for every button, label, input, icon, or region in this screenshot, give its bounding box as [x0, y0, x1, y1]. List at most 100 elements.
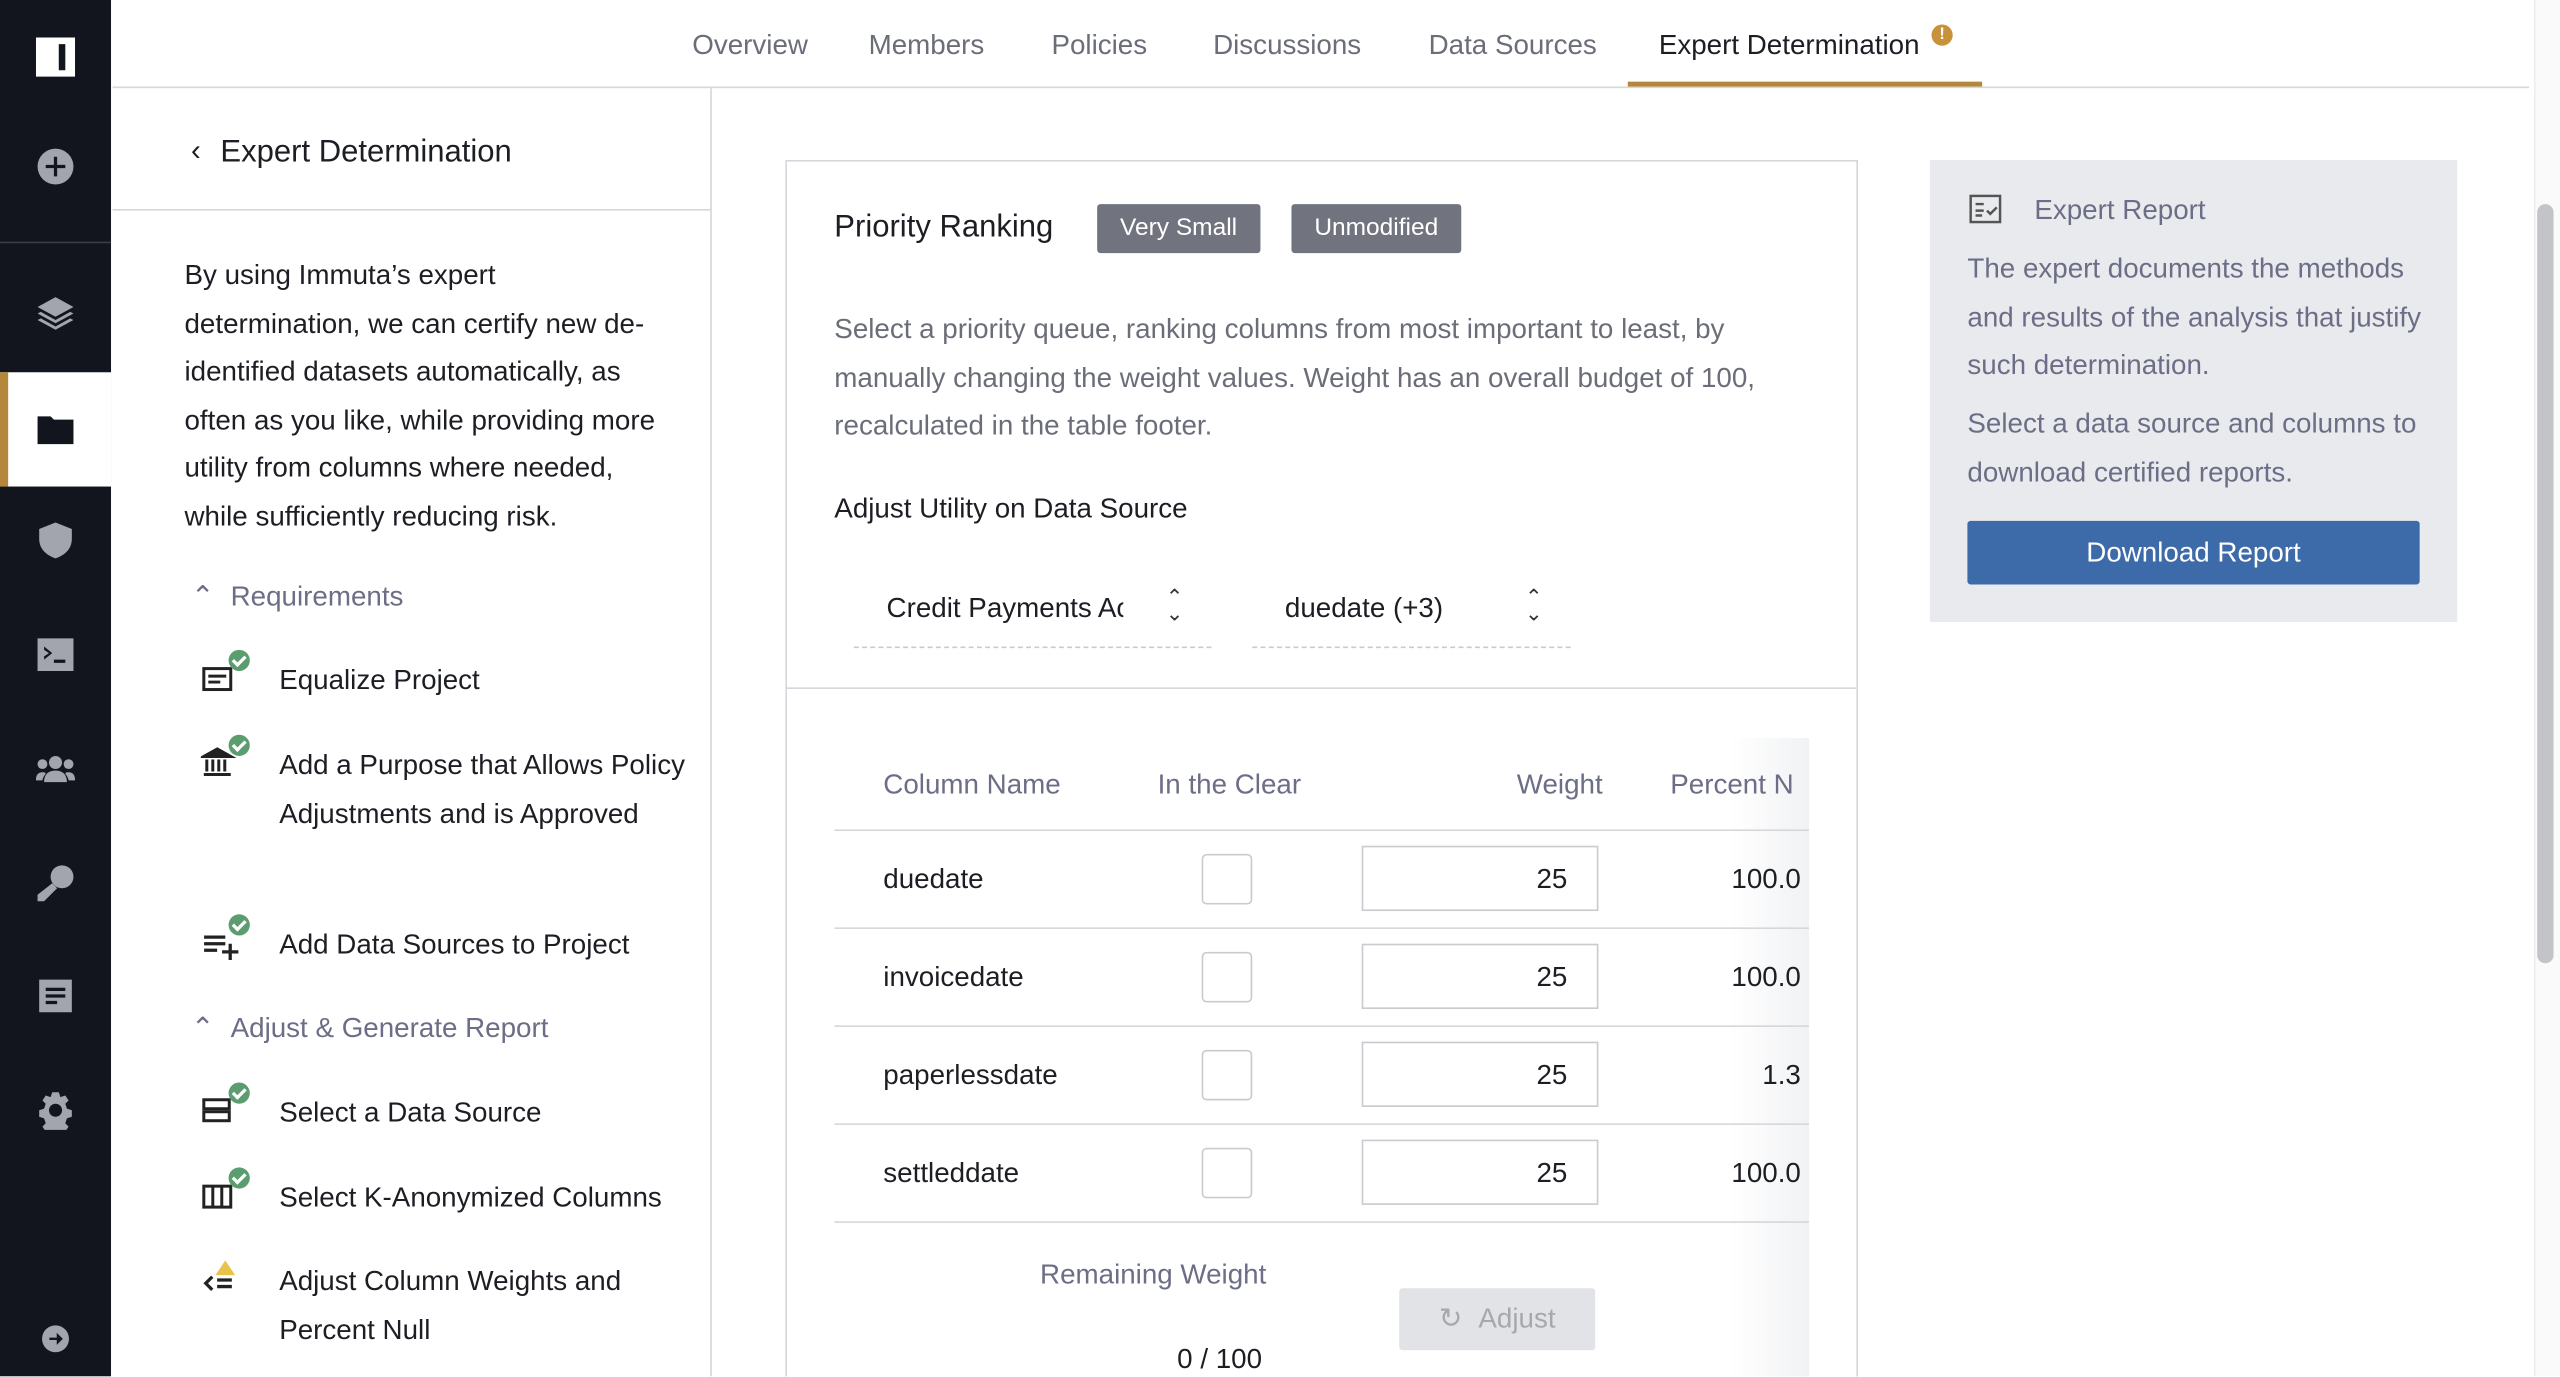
columns-select[interactable]: duedate (+3) ⌃ ⌄	[1252, 570, 1571, 649]
nav-divider	[0, 241, 112, 244]
scrollbar-thumb[interactable]	[2537, 204, 2554, 964]
columns-icon	[201, 1167, 250, 1219]
tab-policies[interactable]: Policies	[1051, 29, 1147, 62]
report-instructions: Select a data source and columns to down…	[1967, 408, 2417, 488]
step-label: Add Data Sources to Project	[279, 929, 630, 961]
gear-icon[interactable]	[0, 1053, 111, 1167]
table-row: paperlessdate 25 1.3	[834, 1025, 1810, 1125]
terminal-icon[interactable]	[0, 598, 111, 712]
weight-input[interactable]: 25	[1361, 1041, 1599, 1107]
tab-members[interactable]: Members	[869, 29, 985, 62]
intro-text: By using Immuta’s expert determination, …	[184, 259, 656, 532]
section-label: Requirements	[230, 581, 404, 613]
layers-icon[interactable]	[0, 256, 111, 370]
active-tab-indicator	[1627, 81, 1983, 87]
purpose-icon	[198, 734, 250, 787]
weights-table: Column Name In the Clear Weight Percent …	[834, 736, 1810, 1376]
step-label: Add a Purpose that Allows Policy Adjustm…	[279, 749, 685, 829]
step-select-data-source[interactable]: Select a Data Source	[201, 1082, 691, 1137]
download-report-button[interactable]: Download Report	[1967, 520, 2420, 585]
column-header-percent: Percent N	[1670, 769, 1794, 801]
step-add-data-sources[interactable]: Add Data Sources to Project	[201, 914, 691, 969]
tab-data-sources[interactable]: Data Sources	[1429, 29, 1597, 62]
column-name: settleddate	[883, 1157, 1020, 1189]
back-chevron-icon[interactable]: ‹	[191, 134, 201, 168]
in-the-clear-checkbox[interactable]	[1201, 1147, 1253, 1199]
column-name: duedate	[883, 863, 984, 895]
status-badge: Unmodified	[1291, 204, 1462, 254]
percent-null: 100.0	[1731, 1157, 1801, 1189]
plus-circle-icon[interactable]	[0, 109, 111, 223]
in-the-clear-checkbox[interactable]	[1201, 951, 1253, 1003]
button-label: Adjust	[1478, 1302, 1556, 1334]
chevron-updown-icon: ⌃ ⌄	[1165, 584, 1184, 626]
remaining-weight-value: 0 / 100	[1177, 1343, 1263, 1375]
table-row: duedate 25 100.0	[834, 829, 1810, 929]
check-icon	[228, 1167, 250, 1189]
column-header-name: Column Name	[883, 769, 1061, 801]
key-icon[interactable]	[0, 826, 111, 940]
select-value: Credit Payments Ac	[886, 592, 1124, 624]
report-text: The expert documents the methods and res…	[1967, 253, 2421, 381]
table-row: invoicedate 25 100.0	[834, 927, 1810, 1027]
adjust-button[interactable]: ↻ Adjust	[1399, 1288, 1596, 1351]
panel-title: Expert Determination	[220, 135, 512, 170]
document-icon[interactable]	[0, 939, 111, 1053]
step-label: Select a Data Source	[279, 1097, 542, 1129]
in-the-clear-checkbox[interactable]	[1201, 1049, 1253, 1101]
tab-expert-determination[interactable]: Expert Determination	[1659, 29, 1920, 62]
report-icon	[1969, 194, 2002, 232]
step-label: Equalize Project	[279, 664, 480, 696]
sidebar-nav	[0, 0, 112, 1377]
tab-discussions[interactable]: Discussions	[1213, 29, 1361, 62]
logo-icon[interactable]	[0, 0, 111, 114]
priority-ranking-card: Priority Ranking Very Small Unmodified S…	[785, 160, 1859, 1377]
report-title: Expert Report	[2034, 194, 2206, 226]
data-source-icon	[201, 1082, 250, 1134]
refresh-icon: ↻	[1438, 1302, 1463, 1334]
table-row: settleddate 25 100.0	[834, 1123, 1810, 1223]
column-header-weight: Weight	[1516, 769, 1603, 801]
project-icon	[201, 649, 250, 702]
folder-icon[interactable]	[0, 372, 112, 487]
shield-icon[interactable]	[0, 483, 111, 597]
expert-report-panel: Expert Report The expert documents the m…	[1929, 160, 2458, 623]
weight-input[interactable]: 25	[1361, 1139, 1599, 1205]
select-value: duedate (+3)	[1284, 592, 1444, 624]
step-select-columns[interactable]: Select K-Anonymized Columns	[201, 1167, 691, 1222]
section-requirements[interactable]: ⌃ Requirements	[191, 581, 403, 614]
chevron-up-icon: ⌃	[191, 1012, 215, 1044]
weight-input[interactable]: 25	[1361, 943, 1599, 1010]
data-source-select[interactable]: Credit Payments Ac ⌃ ⌄	[853, 570, 1212, 649]
check-icon	[228, 1082, 250, 1104]
step-equalize-project[interactable]: Equalize Project	[201, 649, 691, 704]
arrow-right-circle-icon[interactable]	[0, 1282, 111, 1377]
step-label: Select K-Anonymized Columns	[279, 1182, 662, 1214]
column-name: invoicedate	[883, 961, 1024, 993]
card-title: Priority Ranking	[834, 210, 1054, 245]
check-icon	[228, 914, 250, 936]
chevron-up-icon: ⌃	[191, 581, 215, 613]
chevron-updown-icon: ⌃ ⌄	[1524, 584, 1543, 626]
weight-input[interactable]: 25	[1361, 845, 1599, 912]
step-label: Adjust Column Weights and Percent Null	[279, 1265, 622, 1345]
users-icon[interactable]	[0, 712, 111, 826]
section-label: Adjust & Generate Report	[230, 1012, 549, 1044]
percent-null: 100.0	[1731, 961, 1801, 993]
warning-badge-icon: !	[1931, 24, 1953, 46]
size-badge: Very Small	[1097, 204, 1260, 254]
section-adjust-generate[interactable]: ⌃ Adjust & Generate Report	[191, 1012, 548, 1045]
check-icon	[228, 649, 250, 672]
percent-null: 100.0	[1731, 863, 1801, 895]
column-header-clear: In the Clear	[1157, 769, 1302, 801]
step-add-purpose[interactable]: Add a Purpose that Allows Policy Adjustm…	[198, 734, 691, 837]
tab-overview[interactable]: Overview	[692, 29, 808, 62]
app: Overview Members Policies Discussions Da…	[0, 0, 2560, 1377]
percent-null: 1.3	[1762, 1059, 1801, 1091]
rank-icon	[201, 1260, 243, 1302]
adjust-utility-label: Adjust Utility on Data Source	[834, 493, 1188, 525]
step-adjust-weights[interactable]: Adjust Column Weights and Percent Null	[201, 1257, 691, 1353]
in-the-clear-checkbox[interactable]	[1201, 853, 1253, 905]
divider	[786, 687, 1857, 689]
tab-bar: Overview Members Policies Discussions Da…	[112, 0, 2530, 89]
